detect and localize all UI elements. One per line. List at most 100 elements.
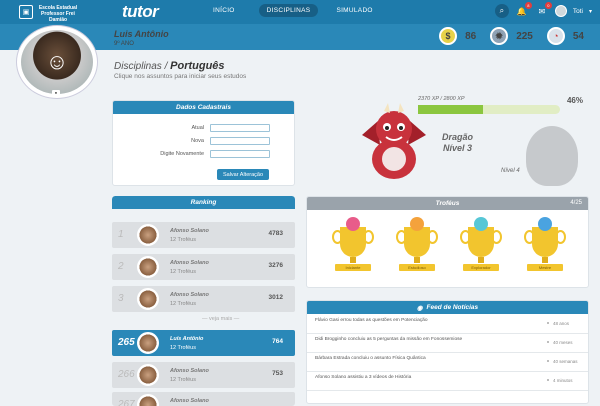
main-nav: INÍCIO DISCIPLINAS SIMULADO bbox=[205, 4, 381, 17]
rank-trophies: 12 Troféus bbox=[170, 377, 196, 383]
trophy-item[interactable]: Mestre bbox=[524, 217, 566, 279]
trophy-cup-icon bbox=[460, 217, 502, 257]
trophy-item[interactable]: Iniciante bbox=[332, 217, 374, 279]
trophies-panel: Troféus 4/25 Iniciante Estudioso Explorad… bbox=[306, 196, 589, 288]
nav-simulado[interactable]: SIMULADO bbox=[328, 4, 380, 17]
trophies-count: 4/25 bbox=[570, 200, 582, 206]
rank-points: 764 bbox=[272, 338, 283, 345]
ranking-row[interactable]: 267 Afonso Solano bbox=[112, 392, 295, 406]
news-feed-title: Feed de Notícias bbox=[426, 304, 479, 311]
breadcrumb: Disciplinas / Português bbox=[114, 60, 225, 72]
mascot-icon bbox=[474, 217, 488, 231]
speed-icon: ◔ bbox=[546, 27, 565, 45]
field-nova: Nova bbox=[191, 137, 270, 145]
trophy-label: Mestre bbox=[527, 264, 563, 271]
chevron-down-icon[interactable]: ▾ bbox=[589, 8, 592, 15]
news-feed-header: ◉ Feed de Notícias bbox=[307, 301, 588, 314]
rank-position: 267 bbox=[118, 399, 135, 406]
ranking-row[interactable]: 3 Afonso Solano 12 Troféus 3012 bbox=[112, 286, 295, 312]
search-icon[interactable]: ⌕ bbox=[494, 4, 509, 18]
bomb-icon: ✹ bbox=[490, 27, 509, 45]
nav-disciplinas[interactable]: DISCIPLINAS bbox=[258, 4, 319, 17]
profile-name: Luis Antônio bbox=[114, 29, 169, 39]
rank-name: Afonso Solano bbox=[170, 292, 209, 298]
password-new-input[interactable] bbox=[210, 137, 270, 145]
school-crest-icon: ▣ bbox=[19, 5, 33, 19]
rank-name: Afonso Solano bbox=[170, 260, 209, 266]
ranking-row[interactable]: 266 Afonso Solano 12 Troféus 753 bbox=[112, 362, 295, 388]
feed-item[interactable]: Afonso Solano assistiu a 3 vídeos de His… bbox=[307, 372, 588, 391]
mail-icon[interactable]: ✉ 0 bbox=[535, 2, 552, 18]
feed-dot bbox=[547, 379, 549, 381]
mascot-icon bbox=[538, 217, 552, 231]
xp-progress-bar bbox=[418, 105, 560, 114]
trophies-title: Troféus bbox=[435, 200, 460, 207]
feed-item-time: 48 anos bbox=[553, 321, 570, 326]
notification-badge: 8 bbox=[524, 2, 532, 9]
stat-coins: $86 bbox=[439, 27, 476, 45]
breadcrumb-current: Português bbox=[170, 60, 225, 72]
stat-speed: ◔ 54 bbox=[546, 27, 584, 45]
ranking-row-current-user[interactable]: 265 Luís Antônio 12 Troféus 764 bbox=[112, 330, 295, 356]
dragon-name-level: Dragão Nível 3 bbox=[442, 132, 473, 154]
trophy-item[interactable]: Explorador bbox=[460, 217, 502, 279]
rank-points: 753 bbox=[272, 370, 283, 377]
xp-percent: 46% bbox=[566, 96, 583, 105]
save-button[interactable]: Salvar Alteração bbox=[217, 169, 269, 180]
dragon-level: Nível 3 bbox=[442, 143, 473, 153]
feed-dot bbox=[547, 322, 549, 324]
dados-cadastrais-title: Dados Cadastrais bbox=[113, 101, 294, 114]
feed-item-time: 40 meses bbox=[553, 340, 573, 345]
rank-avatar bbox=[137, 288, 159, 310]
rank-trophies: 12 Troféus bbox=[170, 345, 196, 351]
password-confirm-input[interactable] bbox=[210, 150, 270, 158]
breadcrumb-parent[interactable]: Disciplinas / bbox=[114, 61, 167, 72]
feed-item[interactable]: Didi Brogginho concluiu as 5 perguntas d… bbox=[307, 334, 588, 353]
nav-inicio[interactable]: INÍCIO bbox=[205, 4, 243, 17]
rank-points: 3012 bbox=[268, 294, 283, 301]
trophy-label: Estudioso bbox=[399, 264, 435, 271]
camera-icon[interactable]: ● bbox=[52, 90, 60, 95]
field-nova-label: Nova bbox=[191, 138, 204, 144]
stat-coins-value: 86 bbox=[465, 30, 477, 42]
rank-position: 266 bbox=[118, 369, 135, 380]
user-avatar[interactable] bbox=[554, 5, 567, 17]
bell-icon[interactable]: 🔔 8 bbox=[515, 2, 532, 18]
profile-avatar[interactable]: ☺ bbox=[17, 26, 97, 98]
rank-position: 265 bbox=[118, 337, 135, 348]
trophy-cup-icon bbox=[332, 217, 374, 257]
password-current-input[interactable] bbox=[210, 124, 270, 132]
trophy-stem bbox=[350, 257, 356, 263]
message-badge: 0 bbox=[544, 2, 552, 9]
stat-bombs: ✹ 225 bbox=[490, 27, 533, 45]
rank-trophies: 12 Troféus bbox=[170, 237, 196, 243]
feed-dot bbox=[547, 360, 549, 362]
feed-item-text: Flávio Gasi errou todas as questões em P… bbox=[315, 318, 428, 323]
top-navbar: ▣ Escola Estadual Professor Frei Damião … bbox=[0, 0, 600, 24]
trophies-header: Troféus 4/25 bbox=[307, 197, 588, 210]
ranking-row[interactable]: 2 Afonso Solano 12 Troféus 3276 bbox=[112, 254, 295, 280]
news-feed-panel: ◉ Feed de Notícias Flávio Gasi errou toda… bbox=[306, 300, 589, 404]
ranking-title: Ranking bbox=[112, 196, 295, 209]
rank-points: 3276 bbox=[268, 262, 283, 269]
feed-item-time: 4 minutos bbox=[553, 378, 573, 383]
brand-logo[interactable]: tutor bbox=[122, 2, 159, 22]
school-name: Escola Estadual Professor Frei Damião bbox=[38, 5, 78, 23]
rank-points: 4783 bbox=[268, 230, 283, 237]
trophy-stem bbox=[414, 257, 420, 263]
trophy-stem bbox=[542, 257, 548, 263]
ranking-row[interactable]: 1 Afonso Solano 12 Troféus 4783 bbox=[112, 222, 295, 248]
trophy-item[interactable]: Estudioso bbox=[396, 217, 438, 279]
rank-avatar bbox=[137, 332, 159, 354]
feed-item[interactable]: Bárbara Estrada concluiu o assunto Físic… bbox=[307, 353, 588, 372]
coin-icon: $ bbox=[439, 27, 458, 45]
user-name[interactable]: Toti bbox=[573, 8, 583, 15]
see-more-link[interactable]: — veja mais — bbox=[202, 316, 239, 322]
feed-item[interactable]: Flávio Gasi errou todas as questões em P… bbox=[307, 315, 588, 334]
mascot-icon bbox=[410, 217, 424, 231]
rank-avatar bbox=[137, 364, 159, 386]
feed-item-text: Didi Brogginho concluiu as 5 perguntas d… bbox=[315, 337, 463, 342]
xp-text: 2370 XP / 2800 XP bbox=[418, 96, 465, 102]
rank-avatar bbox=[137, 224, 159, 246]
rank-avatar bbox=[137, 256, 159, 278]
